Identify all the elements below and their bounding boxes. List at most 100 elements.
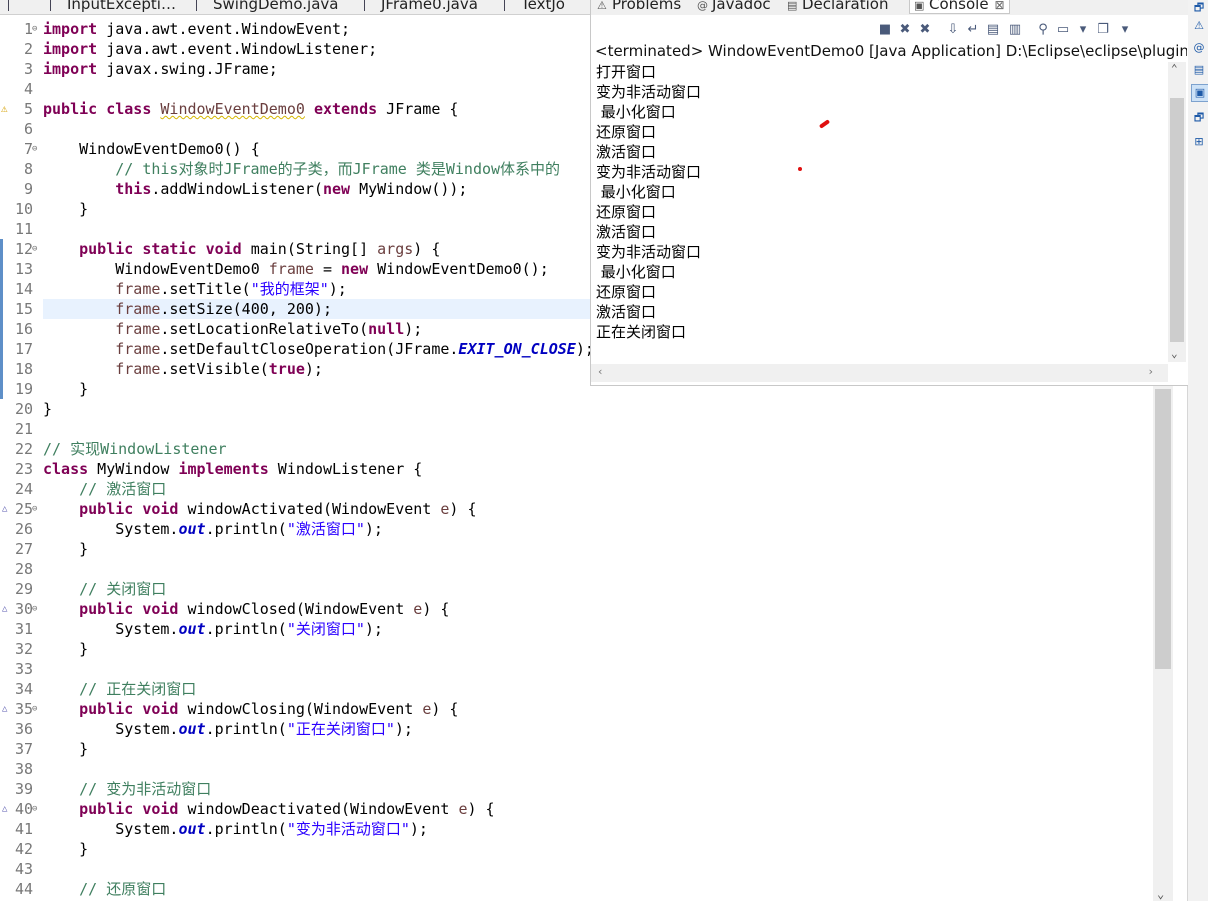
pin-console-icon[interactable]: ⚲: [1034, 20, 1052, 40]
view-menu-icon[interactable]: ▾: [1116, 20, 1134, 40]
code-line[interactable]: // 变为非活动窗口: [43, 779, 211, 799]
code-line[interactable]: import java.awt.event.WindowListener;: [43, 39, 377, 59]
code-line[interactable]: class MyWindow implements WindowListener…: [43, 459, 422, 479]
fold-toggle-icon[interactable]: ⊖: [32, 799, 41, 819]
console-scroll-thumb[interactable]: [1170, 98, 1184, 342]
display-console-dropdown-icon[interactable]: ▾: [1074, 20, 1092, 40]
code-line[interactable]: frame.setVisible(true);: [43, 359, 323, 379]
editor-tab[interactable]: InputExcepti…: [50, 0, 176, 14]
code-line[interactable]: System.out.println("正在关闭窗口");: [43, 719, 413, 739]
console-trim-icon[interactable]: ▣: [1191, 84, 1208, 102]
console-output[interactable]: 打开窗口 变为非活动窗口 最小化窗口 还原窗口 激活窗口 变为非活动窗口 最小化窗口 还原…: [596, 62, 1166, 342]
override-marker-icon: △: [2, 604, 8, 614]
warning-icon[interactable]: ⚠: [1, 99, 10, 119]
code-line[interactable]: public class WindowEventDemo0 extends JF…: [43, 99, 458, 119]
code-line[interactable]: public void windowClosing(WindowEvent e)…: [43, 699, 458, 719]
editor-tab[interactable]: SwingDemo.java: [196, 0, 339, 14]
code-line[interactable]: System.out.println("变为非活动窗口");: [43, 819, 428, 839]
console-output-line: 激活窗口: [596, 303, 657, 321]
code-line[interactable]: // 实现WindowListener: [43, 439, 227, 459]
override-marker-icon: △: [2, 704, 8, 714]
editor-scroll-thumb[interactable]: [1155, 389, 1171, 669]
code-line[interactable]: import java.awt.event.WindowEvent;: [43, 19, 350, 39]
code-line[interactable]: // 关闭窗口: [43, 579, 166, 599]
show-on-stderr-icon[interactable]: ▥: [1006, 20, 1024, 40]
declaration-trim-icon[interactable]: ▤: [1191, 62, 1207, 78]
right-trim-bar: 🗗 ⚠ @ ▤ ▣ 🗗 ⊞: [1187, 0, 1208, 901]
editor-tab-icon[interactable]: [8, 0, 25, 14]
problems-trim-icon[interactable]: ⚠: [1191, 18, 1207, 34]
code-line[interactable]: }: [43, 399, 52, 419]
code-line[interactable]: frame.setLocationRelativeTo(null);: [43, 319, 422, 339]
code-line[interactable]: frame.setDefaultCloseOperation(JFrame.EX…: [43, 339, 594, 359]
open-console-icon[interactable]: ❐: [1094, 20, 1112, 40]
code-line[interactable]: public void windowActivated(WindowEvent …: [43, 499, 476, 519]
code-line[interactable]: }: [43, 199, 88, 219]
terminate-icon[interactable]: ■: [876, 20, 894, 40]
scroll-left-icon[interactable]: ‹: [597, 365, 604, 378]
code-line[interactable]: // 还原窗口: [43, 879, 166, 899]
display-console-icon[interactable]: ▭: [1054, 20, 1072, 40]
code-line[interactable]: import javax.swing.JFrame;: [43, 59, 278, 79]
remove-all-terminated-icon[interactable]: ✖: [916, 20, 934, 40]
code-line[interactable]: public static void main(String[] args) {: [43, 239, 440, 259]
scroll-up-icon[interactable]: ⌃: [1171, 62, 1178, 75]
fold-toggle-icon[interactable]: ⊖: [32, 139, 41, 159]
editor-tab[interactable]: JFrame0.java: [364, 0, 478, 14]
code-line[interactable]: System.out.println("激活窗口");: [43, 519, 383, 539]
code-line[interactable]: public void windowDeactivated(WindowEven…: [43, 799, 494, 819]
code-line[interactable]: public void windowClosed(WindowEvent e) …: [43, 599, 449, 619]
fold-toggle-icon[interactable]: ⊖: [32, 19, 41, 39]
code-line[interactable]: WindowEventDemo0() {: [43, 139, 260, 159]
console-horizontal-scrollbar[interactable]: ‹ ›: [591, 364, 1168, 382]
fold-toggle-icon[interactable]: ⊖: [32, 699, 41, 719]
remove-launch-icon[interactable]: ✖: [896, 20, 914, 40]
tab-javadoc[interactable]: @ Javadoc: [697, 0, 771, 13]
scroll-right-icon[interactable]: ›: [1147, 365, 1154, 378]
editor-tab-label: TextJo: [521, 0, 565, 13]
scroll-down-icon[interactable]: ⌄: [1157, 887, 1164, 901]
code-line[interactable]: this.addWindowListener(new MyWindow());: [43, 179, 467, 199]
code-line[interactable]: // this对象时JFrame的子类，而JFrame 类是Window体系中的: [43, 159, 560, 179]
code-line[interactable]: frame.setTitle("我的框架");: [43, 279, 347, 299]
javadoc-trim-icon[interactable]: @: [1191, 40, 1207, 56]
code-line[interactable]: }: [43, 539, 88, 559]
word-wrap-icon[interactable]: ↵: [964, 20, 982, 40]
scroll-lock-icon[interactable]: ⇩: [944, 20, 962, 40]
line-number: 38: [14, 760, 33, 778]
show-on-stdout-icon[interactable]: ▤: [984, 20, 1002, 40]
outline-trim-icon[interactable]: ⊞: [1191, 134, 1207, 150]
scroll-down-icon[interactable]: ⌄: [1171, 347, 1178, 360]
console-vertical-scrollbar[interactable]: ⌃ ⌄: [1168, 62, 1186, 362]
tab-problems[interactable]: ⚠ Problems: [597, 0, 681, 13]
line-number: 12: [14, 240, 33, 258]
line-number: 44: [14, 880, 33, 898]
line-number: 8: [23, 160, 33, 178]
editor-vertical-scrollbar[interactable]: ⌄: [1153, 385, 1173, 901]
java-file-icon: [50, 0, 61, 11]
code-line[interactable]: System.out.println("关闭窗口");: [43, 619, 383, 639]
restore-icon[interactable]: 🗗: [1191, 0, 1207, 16]
code-line[interactable]: }: [43, 379, 88, 399]
close-icon[interactable]: ⊠: [995, 0, 1005, 12]
console-output-line: 还原窗口: [596, 123, 657, 141]
fold-toggle-icon[interactable]: ⊖: [32, 599, 41, 619]
code-line[interactable]: }: [43, 639, 88, 659]
java-file-icon: [364, 0, 375, 11]
fold-toggle-icon[interactable]: ⊖: [32, 499, 41, 519]
code-line[interactable]: // 正在关闭窗口: [43, 679, 196, 699]
code-line[interactable]: }: [43, 739, 88, 759]
code-line[interactable]: }: [43, 839, 88, 859]
code-line[interactable]: WindowEventDemo0 frame = new WindowEvent…: [43, 259, 549, 279]
restore-bottom-icon[interactable]: 🗗: [1191, 110, 1207, 126]
tab-console[interactable]: ▣ Console ⊠: [909, 0, 1010, 14]
java-file-icon: [504, 0, 515, 11]
editor-tab-strip: InputExcepti… SwingDemo.java JFrame0.java T…: [0, 0, 592, 15]
tab-declaration[interactable]: ▤ Declaration: [787, 0, 888, 13]
declaration-icon: ▤: [787, 0, 798, 12]
code-line[interactable]: // 激活窗口: [43, 479, 166, 499]
tab-label: Problems: [612, 0, 682, 13]
editor-tab[interactable]: TextJo: [504, 0, 565, 14]
console-output-line: 最小化窗口: [596, 103, 676, 121]
fold-toggle-icon[interactable]: ⊖: [32, 239, 41, 259]
